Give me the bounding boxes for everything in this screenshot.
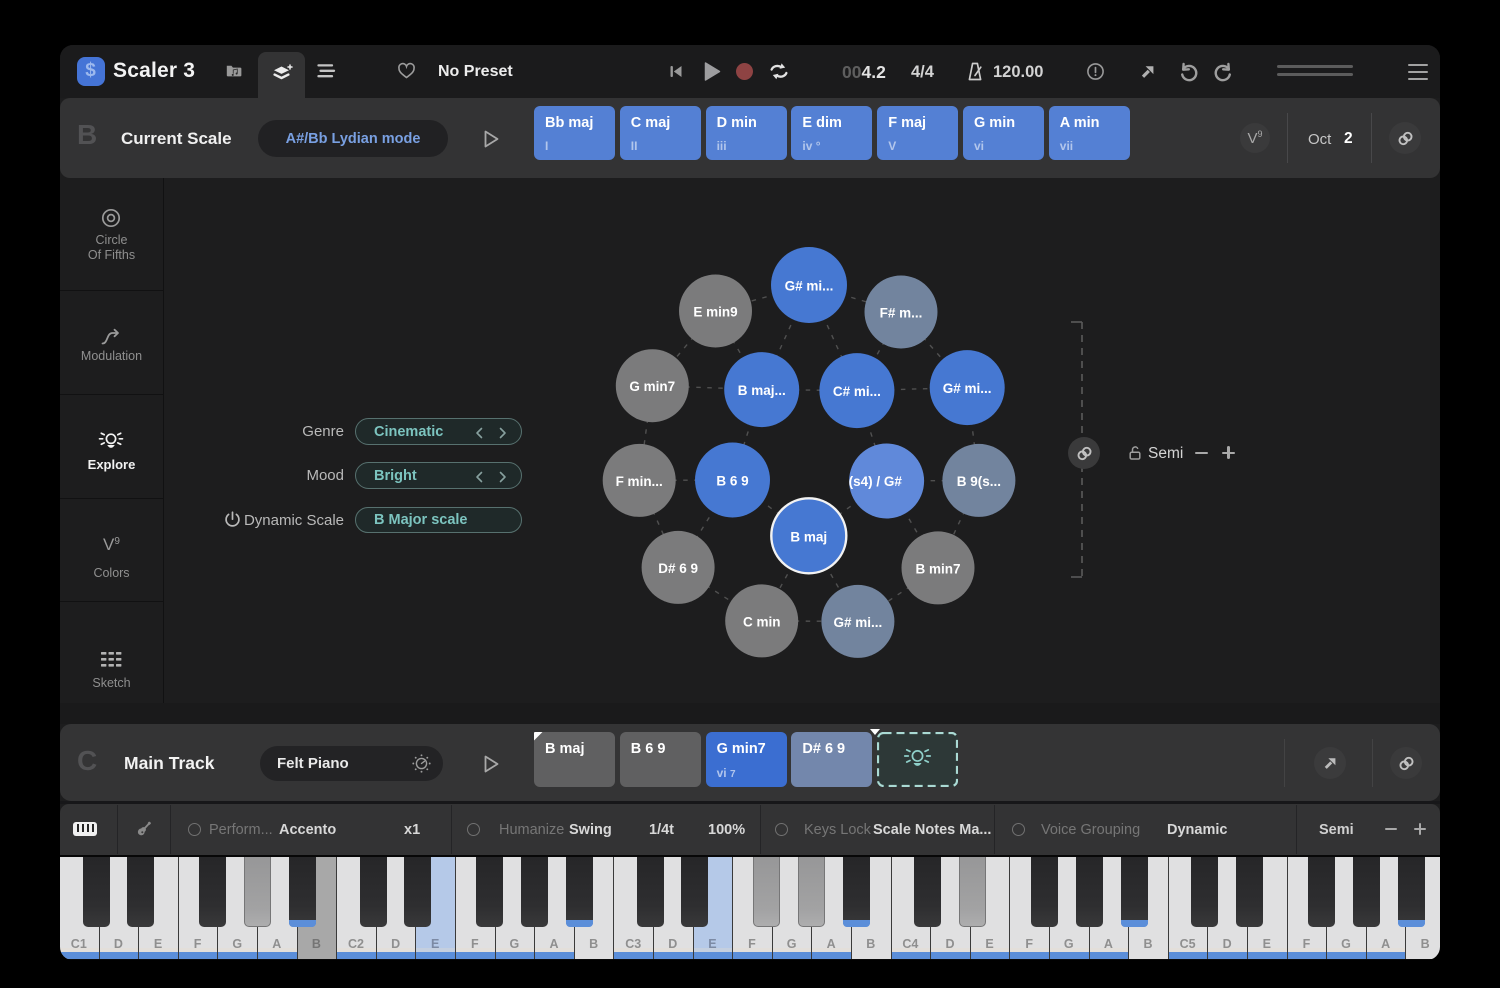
svg-text:G min7: G min7 xyxy=(629,379,675,394)
svg-text:B min7: B min7 xyxy=(915,561,960,576)
svg-text:B maj: B maj xyxy=(790,529,827,544)
svg-text:E min9: E min9 xyxy=(693,305,737,320)
svg-text:F# m...: F# m... xyxy=(880,306,923,321)
svg-text:C# mi...: C# mi... xyxy=(833,384,881,399)
svg-text:F min...: F min... xyxy=(616,474,663,489)
svg-text:C min: C min xyxy=(743,614,781,629)
svg-text:B 9(s...: B 9(s... xyxy=(957,474,1001,489)
svg-text:D# 6 9: D# 6 9 xyxy=(658,561,698,576)
svg-text:B 6 9: B 6 9 xyxy=(716,474,748,489)
svg-text:G# mi...: G# mi... xyxy=(834,615,883,630)
svg-text:G# mi...: G# mi... xyxy=(943,381,992,396)
svg-text:G# mi...: G# mi... xyxy=(785,279,834,294)
svg-text:(s4) / G#: (s4) / G# xyxy=(849,474,903,489)
svg-text:B maj...: B maj... xyxy=(738,383,786,398)
